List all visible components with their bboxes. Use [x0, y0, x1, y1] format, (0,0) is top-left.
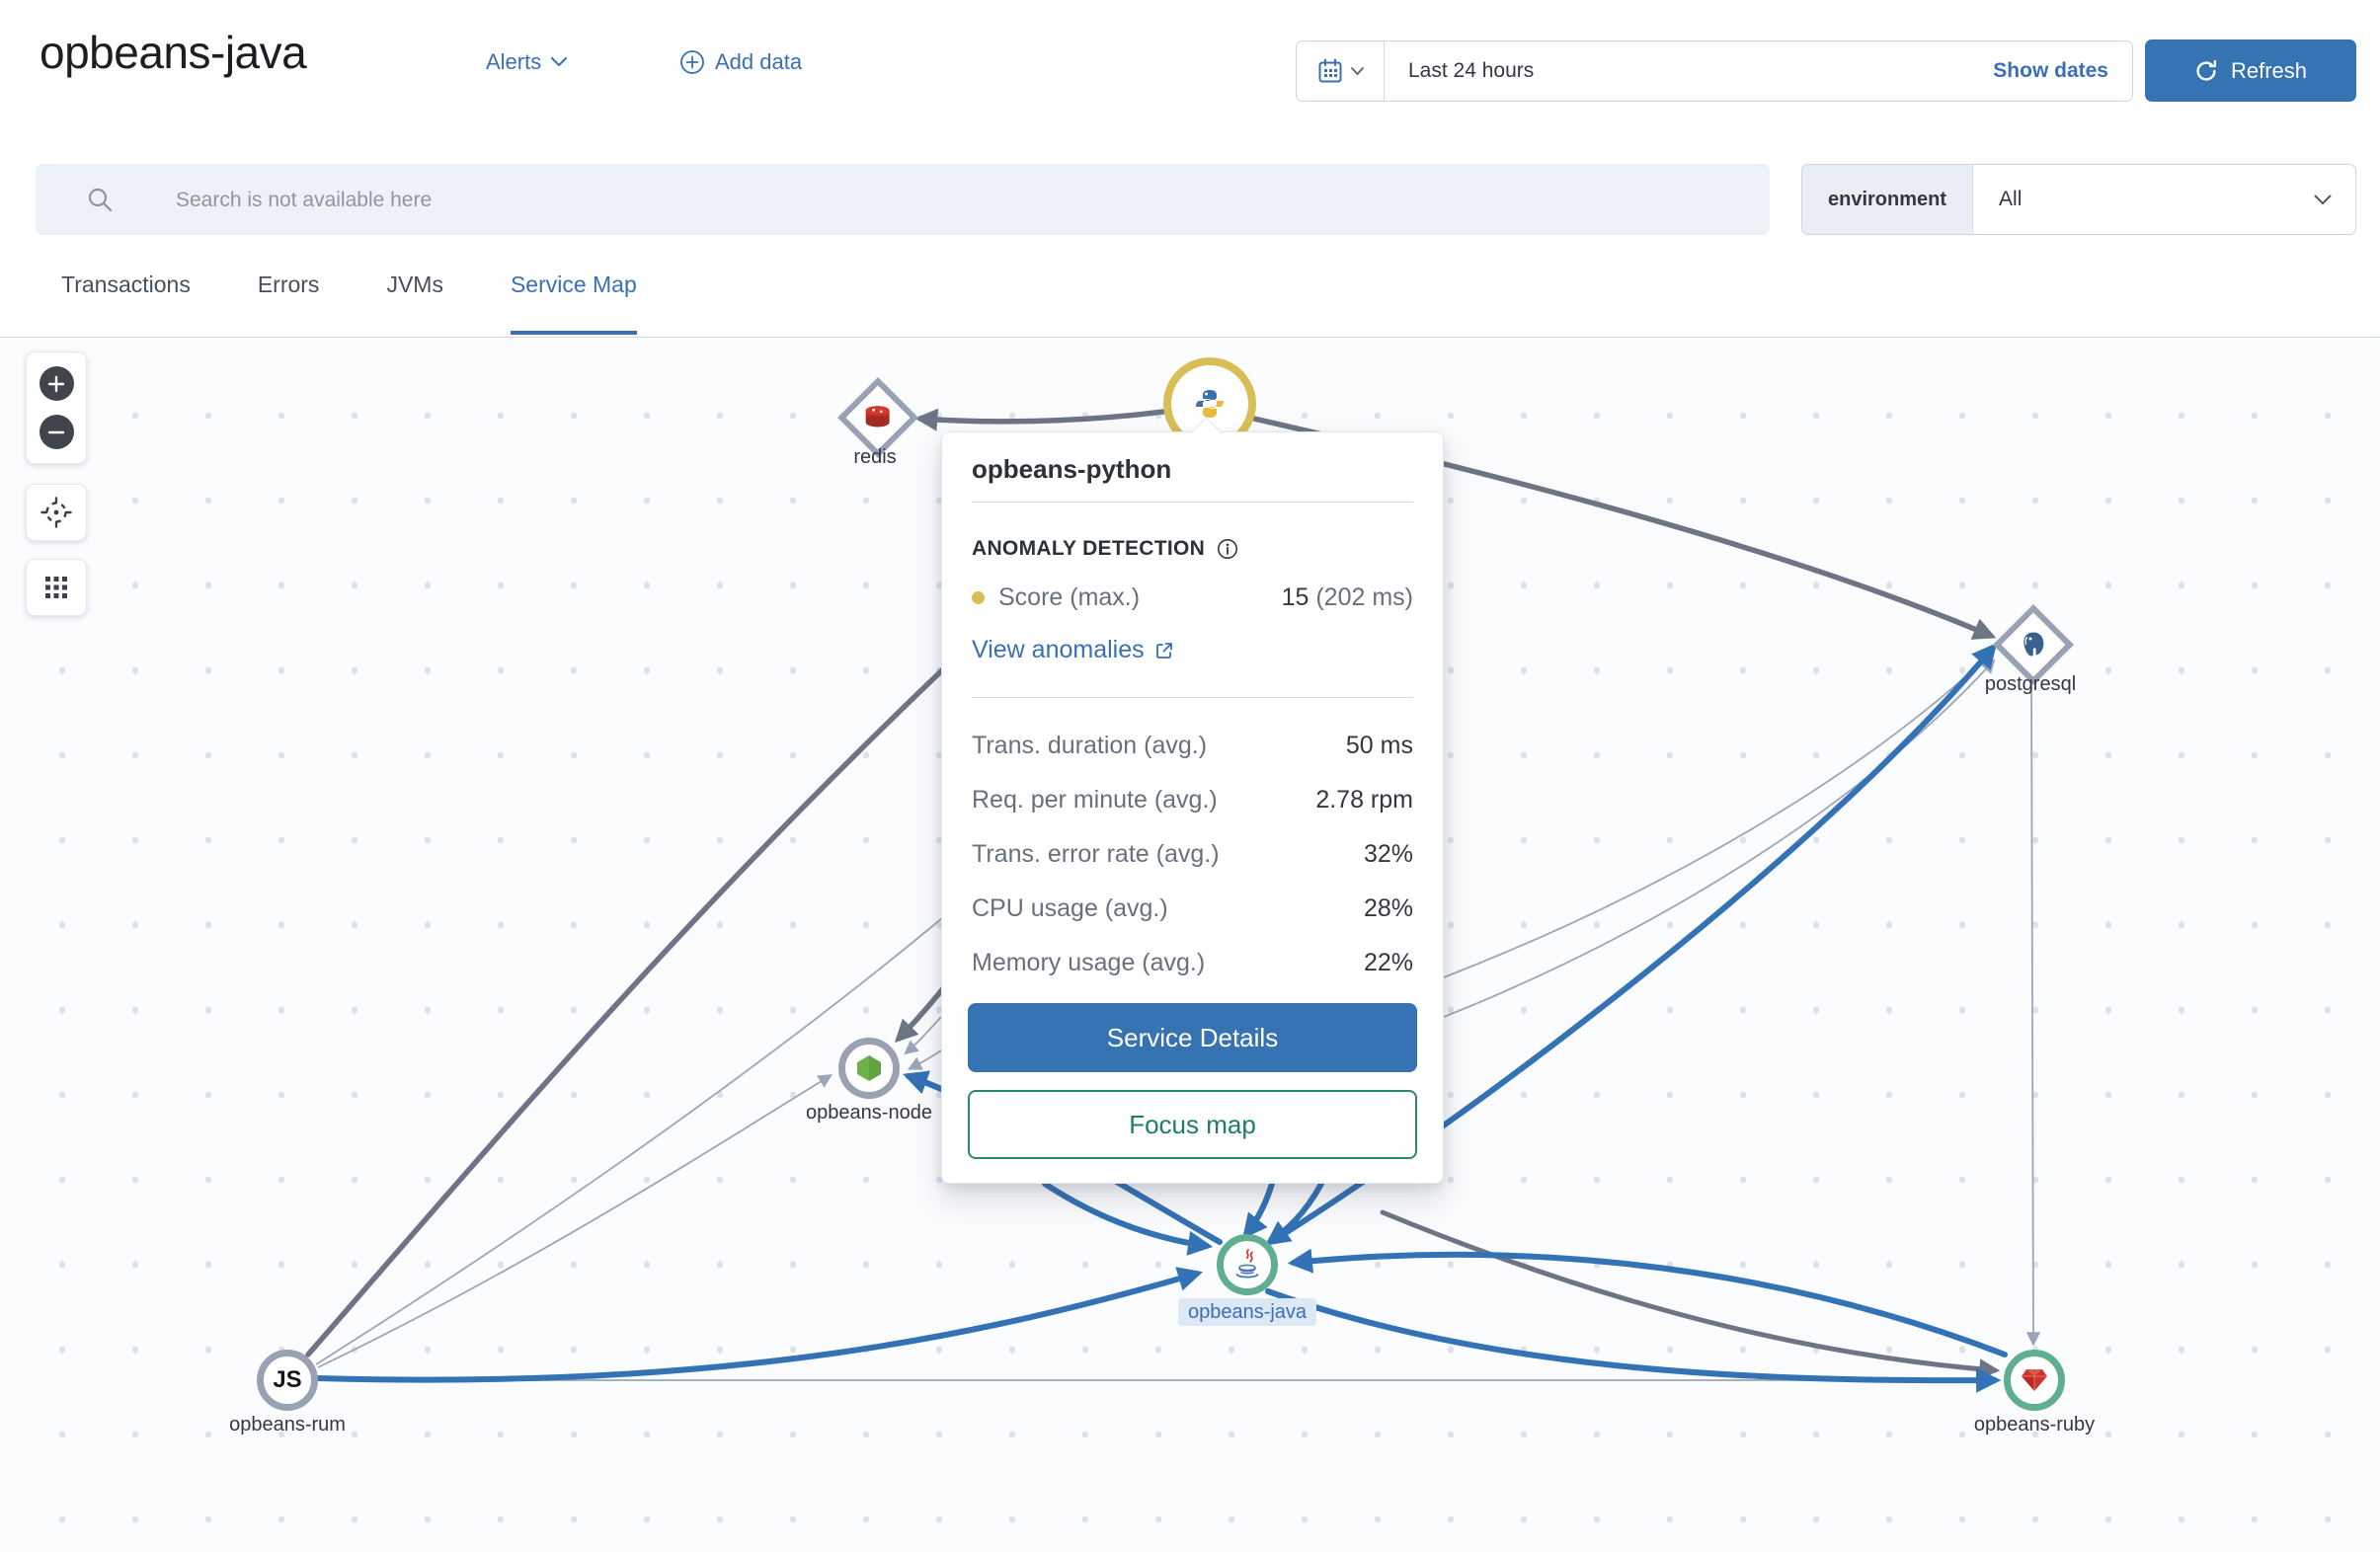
node-label-postgresql: postgresql [1882, 673, 2179, 696]
center-map-button[interactable] [40, 496, 73, 529]
chevron-down-icon [1351, 67, 1364, 76]
alerts-label: Alerts [486, 49, 541, 75]
tab-transactions[interactable]: Transactions [61, 272, 191, 335]
service-map-node-opbeans-java[interactable] [1217, 1234, 1278, 1295]
info-icon[interactable] [1217, 538, 1238, 560]
plus-icon [47, 375, 65, 393]
date-picker: Last 24 hours Show dates [1296, 40, 2133, 102]
zoom-controls-panel [26, 351, 87, 464]
tab-bar: Transactions Errors JVMs Service Map [61, 272, 637, 335]
score-label: Score (max.) [998, 583, 1140, 612]
metric-label: Trans. duration (avg.) [972, 732, 1207, 760]
popup-title: opbeans-python [972, 454, 1171, 485]
metric-row: Trans. error rate (avg.) 32% [972, 827, 1413, 882]
search-input[interactable] [174, 164, 1738, 237]
service-map-node-opbeans-node[interactable] [838, 1038, 900, 1099]
chevron-down-icon [2314, 194, 2355, 205]
anomaly-severity-dot [972, 591, 985, 604]
popup-divider [972, 502, 1413, 503]
metric-value: 32% [1364, 840, 1413, 869]
grid-layout-button[interactable] [42, 574, 70, 601]
time-range-value[interactable]: Last 24 hours [1385, 59, 1993, 83]
redis-icon [863, 405, 893, 431]
metric-value: 22% [1364, 949, 1413, 977]
plus-circle-icon [679, 49, 705, 75]
environment-filter-label: environment [1802, 165, 1973, 234]
calendar-icon [1316, 57, 1344, 85]
zoom-out-button[interactable] [40, 415, 74, 449]
tab-jvms[interactable]: JVMs [386, 272, 443, 335]
alerts-menu[interactable]: Alerts [486, 49, 567, 75]
tab-service-map[interactable]: Service Map [511, 272, 637, 335]
postgresql-icon [2019, 630, 2048, 660]
focus-map-button[interactable]: Focus map [968, 1090, 1417, 1159]
show-dates-link[interactable]: Show dates [1993, 59, 2132, 83]
view-anomalies-link[interactable]: View anomalies [972, 636, 1174, 664]
metric-row: Memory usage (avg.) 22% [972, 936, 1413, 990]
add-data-label: Add data [715, 49, 802, 75]
nodejs-icon [855, 1053, 883, 1083]
external-link-icon [1154, 641, 1174, 660]
search-icon [87, 187, 114, 213]
metric-row: Req. per minute (avg.) 2.78 rpm [972, 773, 1413, 827]
java-icon [1232, 1248, 1262, 1281]
view-anomalies-label: View anomalies [972, 636, 1145, 664]
js-icon: JS [273, 1366, 301, 1394]
metric-label: Trans. error rate (avg.) [972, 840, 1220, 869]
popup-divider [972, 697, 1413, 698]
search-bar [36, 164, 1770, 235]
service-map-node-opbeans-ruby[interactable] [2004, 1350, 2065, 1411]
crosshair-icon [40, 496, 73, 529]
node-label-opbeans-java: opbeans-java [1139, 1301, 1356, 1324]
service-popup: opbeans-python ANOMALY DETECTION Score (… [941, 431, 1444, 1184]
score-value: 15 [1282, 583, 1309, 611]
environment-filter[interactable]: environment All [1801, 164, 2356, 235]
metric-label: Req. per minute (avg.) [972, 786, 1218, 815]
apm-service-page: opbeans-java Alerts Add data Last 24 hou… [0, 0, 2380, 1552]
selected-node-label-text: opbeans-java [1178, 1298, 1316, 1326]
calendar-dropdown-button[interactable] [1297, 41, 1385, 101]
node-label-opbeans-ruby: opbeans-ruby [1886, 1414, 2182, 1436]
minus-icon [47, 424, 65, 441]
tab-errors[interactable]: Errors [258, 272, 320, 335]
metric-row: CPU usage (avg.) 28% [972, 882, 1413, 936]
metric-value: 28% [1364, 894, 1413, 923]
zoom-in-button[interactable] [40, 366, 74, 401]
ruby-icon [2020, 1367, 2049, 1393]
node-label-opbeans-rum: opbeans-rum [139, 1414, 436, 1436]
service-map-node-opbeans-rum[interactable]: JS [257, 1350, 318, 1411]
metric-value: 2.78 rpm [1315, 786, 1413, 815]
environment-filter-value: All [1973, 188, 2314, 211]
refresh-icon [2194, 59, 2218, 83]
service-details-button[interactable]: Service Details [968, 1003, 1417, 1072]
anomaly-score-row: Score (max.) 15 (202 ms) [972, 581, 1413, 614]
layout-panel [26, 559, 87, 616]
metric-value: 50 ms [1346, 732, 1413, 760]
metric-row: Trans. duration (avg.) 50 ms [972, 719, 1413, 773]
anomaly-section-title: ANOMALY DETECTION [972, 537, 1205, 561]
anomaly-section-header: ANOMALY DETECTION [972, 537, 1238, 561]
add-data-button[interactable]: Add data [679, 49, 802, 75]
page-title: opbeans-java [40, 26, 306, 79]
python-icon [1193, 387, 1227, 421]
refresh-button[interactable]: Refresh [2145, 39, 2356, 102]
grid-dots-icon [42, 574, 70, 601]
metric-label: CPU usage (avg.) [972, 894, 1168, 923]
score-duration: (202 ms) [1309, 583, 1413, 611]
refresh-label: Refresh [2231, 58, 2307, 84]
popup-metrics: Trans. duration (avg.) 50 ms Req. per mi… [972, 719, 1413, 990]
chevron-down-icon [551, 57, 567, 67]
metric-label: Memory usage (avg.) [972, 949, 1205, 977]
center-map-panel [26, 484, 87, 541]
